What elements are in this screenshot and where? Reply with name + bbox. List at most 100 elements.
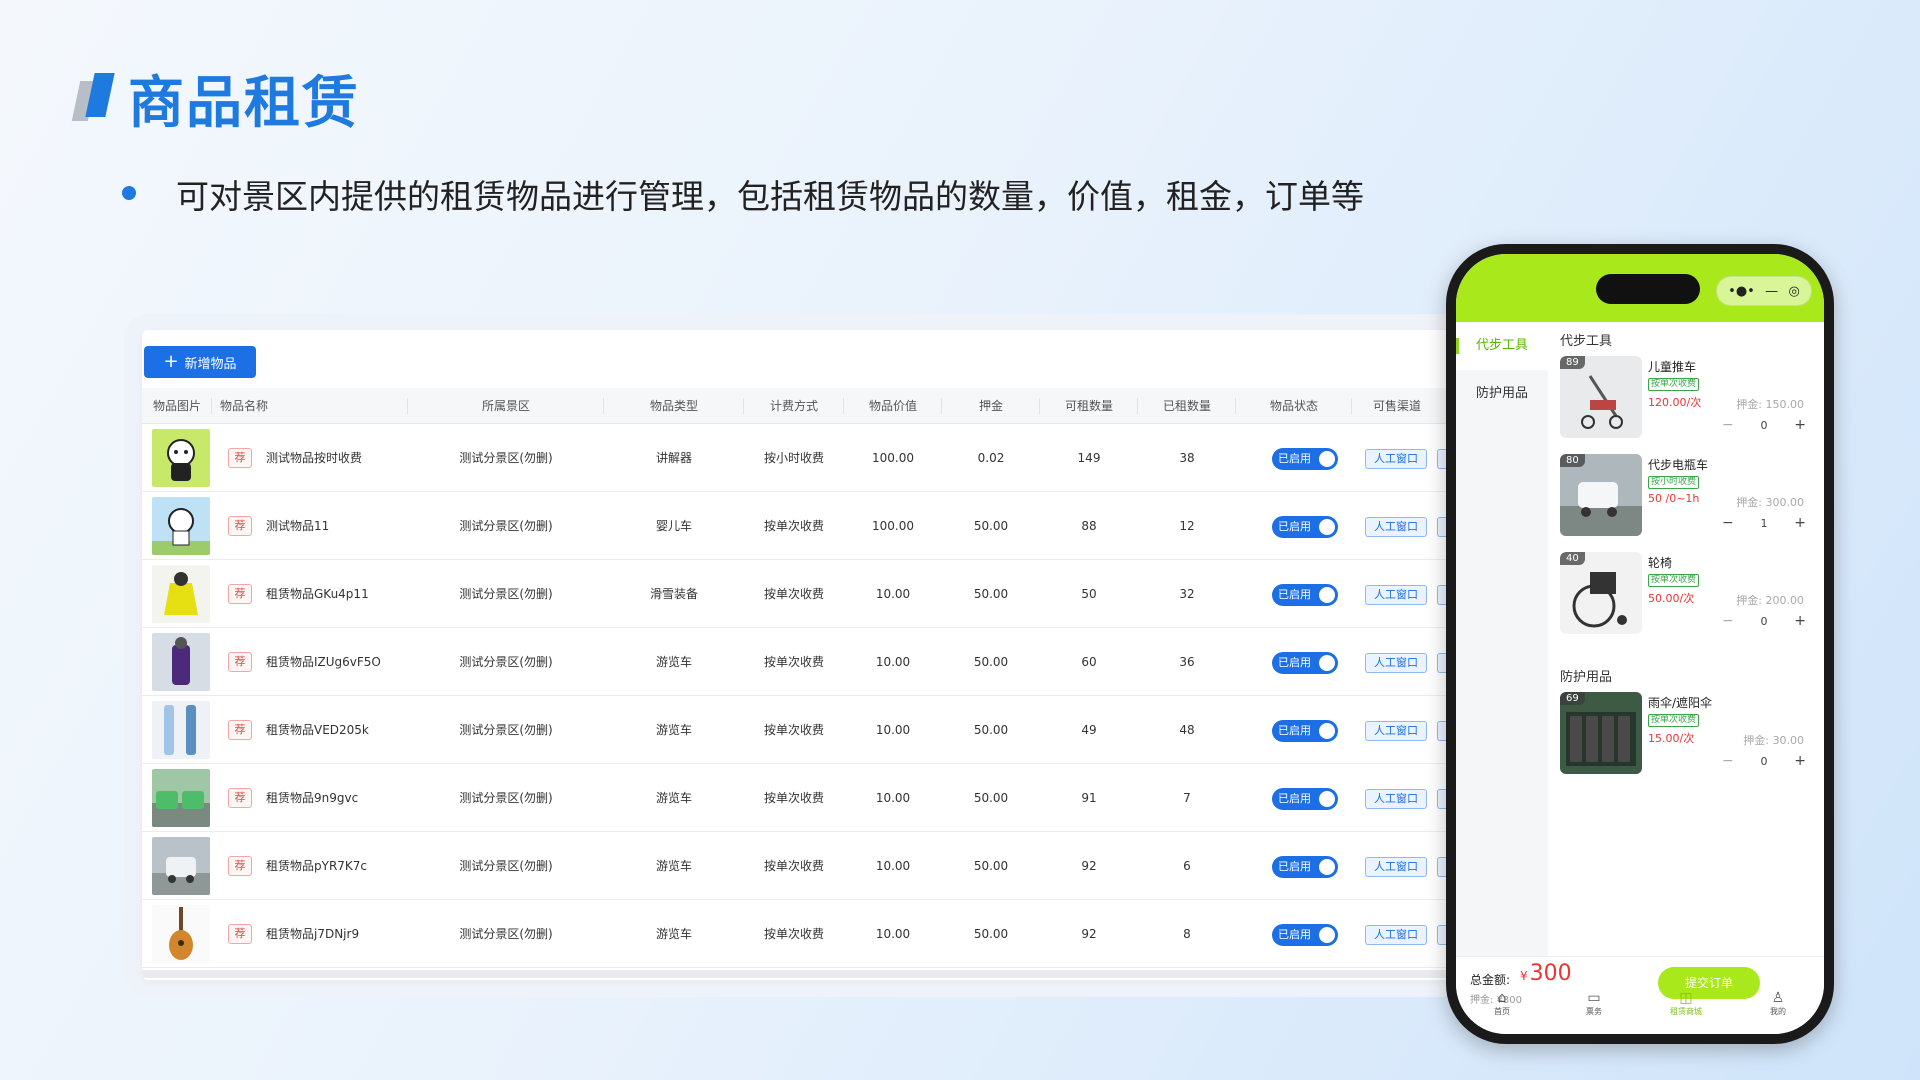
item-rented: 8 [1183, 927, 1191, 941]
product-card[interactable]: 69 雨伞/遮阳伞 按单次收费 15.00/次 押金: 30.00 − 0 + [1560, 692, 1820, 782]
minus-icon[interactable]: − [1722, 515, 1734, 531]
tab-rental-mall[interactable]: ◫ 租赁商城 [1656, 990, 1716, 1017]
table-row[interactable]: 荐 测试物品按时收费 测试分景区(勿删) 讲解器 按小时收费 100.00 0.… [142, 424, 1472, 492]
sidebar-item-mobility[interactable]: 代步工具 [1456, 322, 1548, 370]
col-available: 可租数量 [1040, 388, 1138, 424]
tab-label: 我的 [1770, 1007, 1786, 1016]
bullet-dot-icon [122, 186, 136, 200]
plus-icon[interactable]: + [1794, 753, 1806, 769]
status-toggle[interactable]: 已启用 [1272, 652, 1338, 674]
item-name: 租赁物品IZUg6vF5O [266, 655, 381, 669]
item-deposit: 50.00 [973, 587, 1009, 601]
product-deposit: 押金: 300.00 [1736, 496, 1804, 509]
plus-icon[interactable]: + [1794, 613, 1806, 629]
item-area: 测试分景区(勿删) [459, 519, 553, 533]
tab-home[interactable]: ⌂ 首页 [1472, 990, 1532, 1017]
stock-badge: 69 [1560, 692, 1585, 705]
toggle-knob-icon [1319, 791, 1335, 807]
status-toggle[interactable]: 已启用 [1272, 516, 1338, 538]
item-rented: 36 [1179, 655, 1195, 669]
item-deposit: 50.00 [973, 791, 1009, 805]
product-price: 120.00/次 [1648, 396, 1702, 409]
more-icon[interactable]: •●• [1728, 284, 1755, 299]
status-toggle[interactable]: 已启用 [1272, 448, 1338, 470]
item-name: 租赁物品VED205k [266, 723, 369, 737]
item-value: 10.00 [875, 859, 911, 873]
table-row[interactable]: 荐 租赁物品IZUg6vF5O 测试分景区(勿删) 游览车 按单次收费 10.0… [142, 628, 1472, 696]
total-label: 总金额: [1470, 973, 1511, 987]
table-row[interactable]: 荐 租赁物品GKu4p11 测试分景区(勿删) 滑雪装备 按单次收费 10.00… [142, 560, 1472, 628]
item-rented: 38 [1179, 451, 1195, 465]
tab-tickets[interactable]: ▭ 票务 [1564, 990, 1624, 1017]
horizontal-scrollbar[interactable] [142, 970, 1472, 978]
status-toggle[interactable]: 已启用 [1272, 788, 1338, 810]
minus-icon[interactable]: − [1722, 417, 1734, 433]
section-title: 代步工具 [1560, 334, 1613, 349]
add-item-button[interactable]: + 新增物品 [144, 346, 256, 378]
product-deposit: 押金: 150.00 [1736, 398, 1804, 411]
item-available: 92 [1081, 859, 1097, 873]
item-value: 100.00 [872, 451, 914, 465]
recommend-tag: 荐 [228, 720, 252, 740]
product-card[interactable]: 40 轮椅 按单次收费 50.00/次 押金: 200.00 − 0 + [1560, 552, 1820, 642]
section-title: 防护用品 [1560, 670, 1613, 685]
sidebar-item-protection[interactable]: 防护用品 [1456, 370, 1548, 418]
title-accent-icon [71, 73, 115, 121]
col-channel: 可售渠道 [1372, 399, 1421, 413]
tab-label: 票务 [1586, 1007, 1602, 1016]
recommend-tag: 荐 [228, 924, 252, 944]
plus-icon: + [163, 351, 179, 372]
table-row[interactable]: 荐 租赁物品pYR7K7c 测试分景区(勿删) 游览车 按单次收费 10.00 … [142, 832, 1472, 900]
channel-tag: 人工窗口 [1365, 653, 1427, 673]
status-toggle[interactable]: 已启用 [1272, 584, 1338, 606]
tab-mine[interactable]: ♙ 我的 [1748, 990, 1808, 1017]
item-rented: 32 [1179, 587, 1195, 601]
product-card[interactable]: 89 儿童推车 按单次收费 120.00/次 押金: 150.00 − 0 + [1560, 356, 1820, 446]
item-deposit: 50.00 [973, 859, 1009, 873]
status-label: 已启用 [1278, 656, 1311, 669]
status-label: 已启用 [1278, 588, 1311, 601]
item-value: 10.00 [875, 723, 911, 737]
status-toggle[interactable]: 已启用 [1272, 924, 1338, 946]
item-deposit: 50.00 [973, 723, 1009, 737]
plus-icon[interactable]: + [1794, 417, 1806, 433]
item-area: 测试分景区(勿删) [459, 451, 553, 465]
total-amount: ¥300 [1520, 961, 1572, 986]
recommend-tag: 荐 [228, 516, 252, 536]
item-type: 滑雪装备 [649, 587, 698, 601]
status-label: 已启用 [1278, 860, 1311, 873]
item-available: 92 [1081, 927, 1097, 941]
table-row[interactable]: 荐 租赁物品j7DNjr9 测试分景区(勿删) 游览车 按单次收费 10.00 … [142, 900, 1472, 968]
status-toggle[interactable]: 已启用 [1272, 720, 1338, 742]
item-available: 50 [1081, 587, 1097, 601]
product-name: 轮椅 [1648, 556, 1673, 570]
minimize-icon[interactable]: — [1765, 284, 1778, 299]
table-row[interactable]: 荐 租赁物品VED205k 测试分景区(勿删) 游览车 按单次收费 10.00 … [142, 696, 1472, 764]
product-deposit: 押金: 200.00 [1736, 594, 1804, 607]
product-card[interactable]: 80 代步电瓶车 按小时收费 50 /0~1h 押金: 300.00 − 1 + [1560, 454, 1820, 544]
plus-icon[interactable]: + [1794, 515, 1806, 531]
item-available: 149 [1077, 451, 1101, 465]
item-thumbnail [152, 905, 210, 963]
minus-icon[interactable]: − [1722, 753, 1734, 769]
toggle-knob-icon [1319, 723, 1335, 739]
channel-tag: 人工窗口 [1365, 517, 1427, 537]
close-icon[interactable]: ◎ [1788, 284, 1799, 299]
table-row[interactable]: 荐 测试物品11 测试分景区(勿删) 婴儿车 按单次收费 100.00 50.0… [142, 492, 1472, 560]
item-thumbnail [152, 429, 210, 487]
item-name: 租赁物品GKu4p11 [266, 587, 369, 601]
recommend-tag: 荐 [228, 448, 252, 468]
toggle-knob-icon [1319, 927, 1335, 943]
item-billing: 按单次收费 [763, 723, 824, 737]
billing-badge: 按单次收费 [1648, 378, 1700, 391]
quantity-stepper: − 0 + [1722, 752, 1806, 770]
item-billing: 按单次收费 [763, 791, 824, 805]
col-rented: 已租数量 [1138, 388, 1236, 424]
product-name: 儿童推车 [1648, 360, 1697, 374]
toggle-knob-icon [1319, 587, 1335, 603]
phone-mockup: •●• — ◎ 代步工具 防护用品 代步工具 89 儿童推车 按单次收费 120… [1446, 244, 1834, 1044]
table-row[interactable]: 荐 租赁物品9n9gvc 测试分景区(勿删) 游览车 按单次收费 10.00 5… [142, 764, 1472, 832]
status-toggle[interactable]: 已启用 [1272, 856, 1338, 878]
minus-icon[interactable]: − [1722, 613, 1734, 629]
category-sidebar: 代步工具 防护用品 [1456, 322, 1548, 962]
